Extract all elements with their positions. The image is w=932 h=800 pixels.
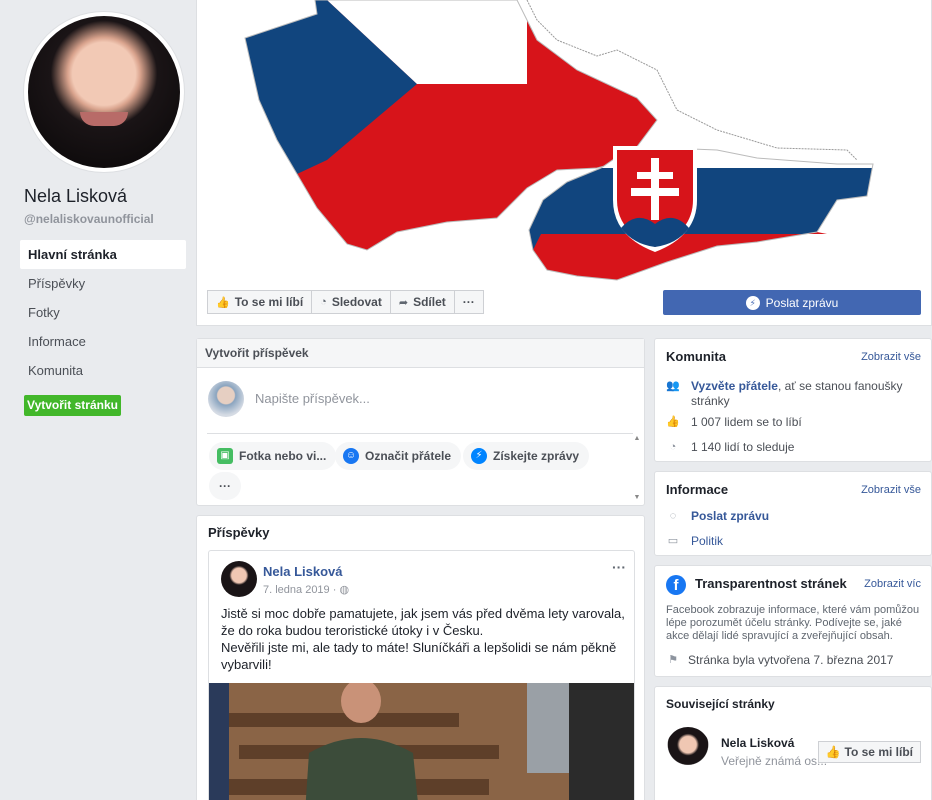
more-composer-options[interactable]: ···: [209, 472, 241, 500]
related-pages-card: Související stránky Nela Lisková Veřejně…: [654, 686, 932, 800]
like-page-button[interactable]: 👍 To se mi líbí: [207, 290, 313, 314]
about-see-all-link[interactable]: Zobrazit vše: [861, 484, 921, 496]
post-input[interactable]: Napište příspěvek...: [255, 391, 370, 406]
composer-scrollbar[interactable]: ▲ ▼: [632, 435, 642, 505]
post: Nela Lisková 7. ledna 2019 · ◍ ··· Jistě…: [208, 550, 635, 800]
more-options-button[interactable]: ···: [453, 290, 484, 314]
transparency-title: Transparentnost stránek: [695, 576, 847, 591]
community-card: Komunita Zobrazit vše 👥 Vyzvěte přátele,…: [654, 338, 932, 462]
related-page-name[interactable]: Nela Lisková: [721, 736, 794, 750]
czechoslovakia-map-image: [244, 0, 875, 281]
messenger-icon: ⚡: [471, 448, 487, 464]
page-nav: Hlavní stránka Příspěvky Fotky Informace…: [20, 240, 186, 385]
follow-button[interactable]: ◔ Sledovat: [311, 290, 391, 314]
composer-avatar: [208, 381, 244, 417]
nav-item-home[interactable]: Hlavní stránka: [20, 240, 186, 269]
rss-icon: ◔: [669, 441, 677, 453]
related-page-category: Veřejně známá os...: [721, 754, 828, 768]
post-date[interactable]: 7. ledna 2019 · ◍: [263, 583, 349, 596]
related-like-button[interactable]: 👍 To se mi líbí: [817, 741, 921, 763]
cover-photo[interactable]: [197, 0, 931, 284]
page-created-date: Stránka byla vytvořena 7. března 2017: [688, 653, 894, 667]
cover-actions: 👍 To se mi líbí ◔ Sledovat ➦ Sdílet ···: [207, 290, 484, 314]
category-link[interactable]: Politik: [691, 534, 723, 549]
send-message-button[interactable]: ⚡ Poslat zprávu: [663, 290, 921, 315]
page-name[interactable]: Nela Lisková: [24, 186, 127, 207]
likes-count: 1 007 lidem se to líbí: [691, 415, 802, 429]
transparency-see-more-link[interactable]: Zobrazit víc: [864, 578, 921, 590]
post-options-icon[interactable]: ···: [612, 559, 626, 575]
thumbs-up-icon: 👍: [666, 416, 680, 428]
invite-friends-link[interactable]: Vyzvěte přátele: [691, 379, 778, 393]
nav-item-posts[interactable]: Příspěvky: [20, 269, 186, 298]
invite-friends-icon: 👥: [666, 380, 680, 392]
nav-item-community[interactable]: Komunita: [20, 356, 186, 385]
facebook-logo-icon: f: [666, 575, 686, 595]
thumbs-up-icon: 👍: [216, 296, 230, 309]
post-author[interactable]: Nela Lisková: [263, 564, 343, 579]
create-page-button[interactable]: Vytvořit stránku: [24, 395, 121, 416]
community-title: Komunita: [666, 349, 726, 364]
about-send-message-link[interactable]: Poslat zprávu: [691, 509, 769, 524]
nav-item-about[interactable]: Informace: [20, 327, 186, 356]
scroll-up-icon: ▲: [633, 435, 641, 442]
post-photo[interactable]: [209, 683, 634, 800]
followers-count: 1 140 lidí to sleduje: [691, 440, 795, 454]
invite-friends-text: Vyzvěte přátele, ať se stanou fanoušky s…: [691, 379, 903, 408]
community-see-all-link[interactable]: Zobrazit vše: [861, 351, 921, 363]
messenger-icon: ⚡: [745, 295, 760, 310]
tag-friends-button[interactable]: ☺ Označit přátele: [335, 442, 462, 470]
create-post-card: Vytvořit příspěvek Napište příspěvek... …: [196, 338, 645, 506]
page-handle[interactable]: @nelaliskovaunofficial: [24, 212, 154, 226]
posts-card: Příspěvky Nela Lisková 7. ledna 2019 · ◍…: [196, 515, 645, 800]
composer-options: ▣ Fotka nebo vi... ☺ Označit přátele ⚡ Získ…: [207, 433, 633, 505]
post-author-avatar[interactable]: [221, 561, 257, 597]
scroll-down-icon: ▼: [633, 494, 641, 501]
thumbs-up-icon: 👍: [825, 745, 841, 759]
create-post-title: Vytvořit příspěvek: [197, 339, 644, 368]
related-pages-title: Související stránky: [666, 697, 775, 711]
get-messages-button[interactable]: ⚡ Získejte zprávy: [463, 442, 590, 470]
category-icon: ▭: [667, 535, 679, 547]
posts-title: Příspěvky: [208, 525, 270, 540]
flag-icon: ⚑: [668, 654, 678, 666]
transparency-description: Facebook zobrazuje informace, které vám …: [666, 604, 920, 642]
photo-icon: ▣: [217, 448, 233, 464]
share-arrow-icon: ➦: [398, 296, 409, 309]
messenger-icon: ◌: [669, 510, 677, 522]
cover-card: 👍 To se mi líbí ◔ Sledovat ➦ Sdílet ··· ⚡ Po…: [196, 0, 932, 326]
rss-icon: ◔: [320, 296, 327, 308]
left-column: Nela Lisková @nelaliskovaunofficial Hlav…: [0, 0, 196, 800]
photo-video-button[interactable]: ▣ Fotka nebo vi...: [209, 442, 337, 470]
post-text: Jistě si moc dobře pamatujete, jak jsem …: [221, 606, 625, 672]
tag-person-icon: ☺: [343, 448, 359, 464]
about-card: Informace Zobrazit vše ◌ Poslat zprávu ▭…: [654, 471, 932, 556]
transparency-card: f Transparentnost stránek Zobrazit víc F…: [654, 565, 932, 677]
related-page-avatar[interactable]: [666, 727, 710, 771]
courtroom-photo-image: [209, 683, 634, 800]
share-button[interactable]: ➦ Sdílet: [389, 290, 455, 314]
nav-item-photos[interactable]: Fotky: [20, 298, 186, 327]
globe-icon: ◍: [339, 584, 350, 596]
about-title: Informace: [666, 482, 729, 497]
profile-avatar[interactable]: [24, 12, 184, 172]
